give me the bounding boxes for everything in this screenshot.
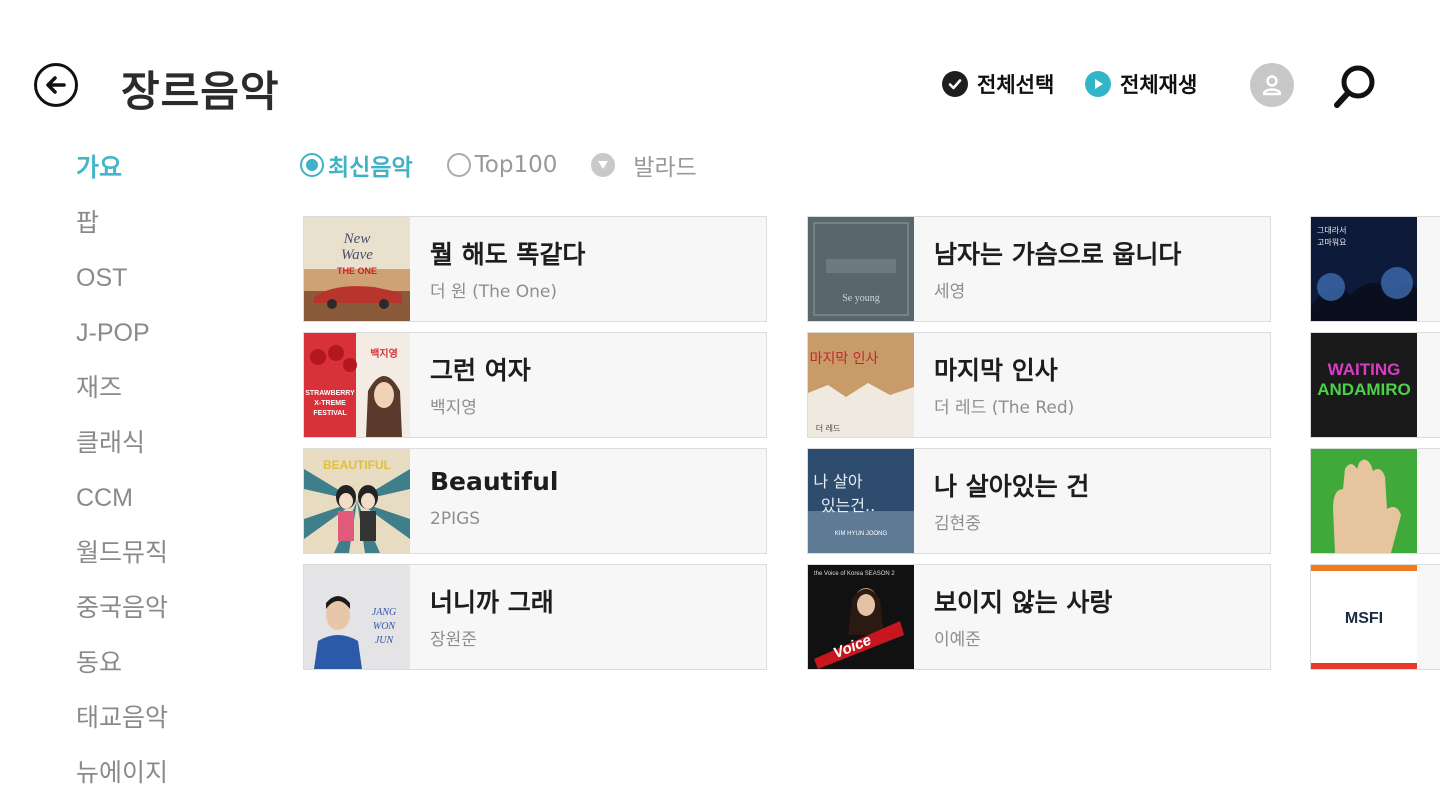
sidebar-item-ost[interactable]: OST <box>76 258 168 313</box>
svg-text:고마워요: 고마워요 <box>1317 238 1346 247</box>
song-card[interactable] <box>1310 448 1440 554</box>
song-card[interactable]: JANG WON JUN 너니까 그래 장원준 <box>303 564 767 670</box>
svg-text:더 레드: 더 레드 <box>816 424 841 433</box>
song-title: 보이지 않는 사랑 <box>934 588 1113 617</box>
filter-top100-label: Top100 <box>474 152 558 178</box>
genre-dropdown-label: 발라드 <box>633 155 697 181</box>
song-card[interactable]: BEAUTIFUL Beautiful 2PIGS <box>303 448 767 554</box>
sidebar-item-prenatal[interactable]: 태교음악 <box>76 698 168 753</box>
sidebar-item-kpop[interactable]: 가요 <box>76 148 168 203</box>
sidebar-item-jpop[interactable]: J-POP <box>76 313 168 368</box>
svg-text:BEAUTIFUL: BEAUTIFUL <box>323 458 391 472</box>
song-card[interactable]: Se young 남자는 가슴으로 웁니다 세영 <box>807 216 1271 322</box>
svg-text:그대라서: 그대라서 <box>1317 226 1346 235</box>
svg-text:JANG: JANG <box>372 607 396 618</box>
filter-latest-label: 최신음악 <box>328 155 413 181</box>
svg-text:JUN: JUN <box>375 635 395 646</box>
album-art: JANG WON JUN <box>304 565 410 669</box>
search-button[interactable] <box>1330 62 1380 112</box>
svg-text:백지영: 백지영 <box>370 347 398 360</box>
song-artist: 2PIGS <box>430 509 481 529</box>
filter-bar: 최신음악 Top100 발라드 <box>300 148 731 182</box>
svg-text:Wave: Wave <box>341 247 373 263</box>
genre-dropdown[interactable]: 발라드 <box>591 148 697 182</box>
album-art: BEAUTIFUL <box>304 449 410 553</box>
album-art: Voice the Voice of Korea SEASON 2 <box>808 565 914 669</box>
svg-text:MSFI: MSFI <box>1345 610 1383 627</box>
song-card[interactable]: WAITING ANDAMIRO <box>1310 332 1440 438</box>
caret-down-icon <box>591 153 616 177</box>
song-card[interactable]: 그대라서 고마워요 <box>1310 216 1440 322</box>
sidebar-item-new-age[interactable]: 뉴에이지 <box>76 753 168 808</box>
search-icon <box>1334 65 1375 108</box>
play-all-button[interactable]: 전체재생 <box>1085 69 1197 99</box>
filter-top100[interactable]: Top100 <box>446 152 558 178</box>
svg-text:있는건..: 있는건.. <box>821 496 875 515</box>
svg-text:ANDAMIRO: ANDAMIRO <box>1317 380 1411 399</box>
album-art: Se young <box>808 217 914 321</box>
radio-selected-icon <box>300 153 324 177</box>
song-artist: 장원준 <box>430 630 477 650</box>
sidebar-item-classical[interactable]: 클래식 <box>76 423 168 478</box>
album-art: MSFI <box>1311 565 1417 669</box>
check-circle-icon <box>942 71 968 97</box>
sidebar-item-ccm[interactable]: CCM <box>76 478 168 533</box>
album-art <box>1311 449 1417 553</box>
user-icon <box>1262 75 1282 96</box>
song-title: 마지막 인사 <box>934 356 1058 385</box>
svg-text:New: New <box>343 231 371 247</box>
svg-text:마지막 인사: 마지막 인사 <box>810 351 879 367</box>
radio-empty-icon <box>446 153 471 177</box>
song-artist: 이예준 <box>934 630 981 650</box>
song-card[interactable]: 마지막 인사 더 레드 마지막 인사 더 레드 (The Red) <box>807 332 1271 438</box>
svg-text:Se young: Se young <box>842 293 880 304</box>
genre-sidebar: 가요 팝 OST J-POP 재즈 클래식 CCM 월드뮤직 중국음악 동요 태… <box>76 148 168 808</box>
song-card[interactable]: MSFI <box>1310 564 1440 670</box>
sidebar-item-kids[interactable]: 동요 <box>76 643 168 698</box>
album-art: 나 살아 있는건.. KIM HYUN JOONG <box>808 449 914 553</box>
song-title: 그런 여자 <box>430 356 531 385</box>
play-circle-icon <box>1085 71 1111 97</box>
song-title: 너니까 그래 <box>430 588 554 617</box>
album-art: 그대라서 고마워요 <box>1311 217 1417 321</box>
page-title: 장르음악 <box>121 67 280 116</box>
profile-button[interactable] <box>1250 63 1294 107</box>
svg-text:STRAWBERRY: STRAWBERRY <box>305 390 355 397</box>
album-art: New Wave THE ONE <box>304 217 410 321</box>
song-card[interactable]: Voice the Voice of Korea SEASON 2 보이지 않는… <box>807 564 1271 670</box>
filter-latest[interactable]: 최신음악 <box>300 148 413 182</box>
song-title: 남자는 가슴으로 웁니다 <box>934 240 1182 269</box>
song-title: 나 살아있는 건 <box>934 472 1090 501</box>
svg-text:나 살아: 나 살아 <box>813 472 863 491</box>
song-title: 뭘 해도 똑같다 <box>430 240 586 269</box>
play-all-label: 전체재생 <box>1120 73 1198 97</box>
song-title: Beautiful <box>430 467 559 496</box>
song-card[interactable]: STRAWBERRY X-TREME FESTIVAL 백지영 그런 여자 백지… <box>303 332 767 438</box>
sidebar-item-chinese-music[interactable]: 중국음악 <box>76 588 168 643</box>
svg-text:THE ONE: THE ONE <box>337 266 377 276</box>
song-artist: 김현중 <box>934 514 981 534</box>
song-artist: 백지영 <box>430 398 477 418</box>
select-all-label: 전체선택 <box>977 73 1055 97</box>
album-art: STRAWBERRY X-TREME FESTIVAL 백지영 <box>304 333 410 437</box>
svg-text:KIM HYUN JOONG: KIM HYUN JOONG <box>835 531 888 537</box>
sidebar-item-jazz[interactable]: 재즈 <box>76 368 168 423</box>
svg-text:the Voice of Korea SEASON 2: the Voice of Korea SEASON 2 <box>814 571 895 577</box>
song-artist: 더 레드 (The Red) <box>934 398 1075 418</box>
song-card[interactable]: New Wave THE ONE 뭘 해도 똑같다 더 원 (The One) <box>303 216 767 322</box>
song-artist: 세영 <box>934 282 966 302</box>
sidebar-item-pop[interactable]: 팝 <box>76 203 168 258</box>
album-art: 마지막 인사 더 레드 <box>808 333 914 437</box>
back-button[interactable] <box>34 63 78 107</box>
select-all-button[interactable]: 전체선택 <box>942 69 1054 99</box>
svg-text:WON: WON <box>373 621 397 632</box>
song-artist: 더 원 (The One) <box>430 282 557 302</box>
arrow-left-icon <box>46 76 66 94</box>
svg-text:FESTIVAL: FESTIVAL <box>313 410 347 417</box>
svg-text:X-TREME: X-TREME <box>314 400 346 407</box>
sidebar-item-world-music[interactable]: 월드뮤직 <box>76 533 168 588</box>
album-art: WAITING ANDAMIRO <box>1311 333 1417 437</box>
song-card[interactable]: 나 살아 있는건.. KIM HYUN JOONG 나 살아있는 건 김현중 <box>807 448 1271 554</box>
svg-text:WAITING: WAITING <box>1328 360 1401 379</box>
